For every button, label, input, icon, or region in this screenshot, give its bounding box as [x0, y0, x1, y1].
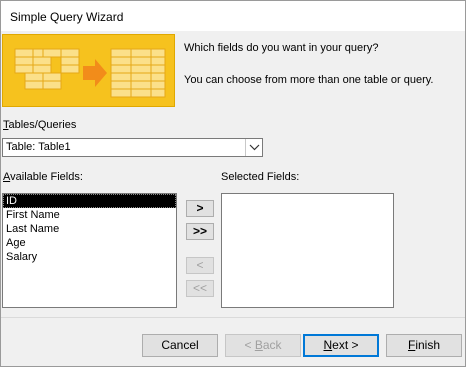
- available-fields-label: Available Fields:: [3, 171, 83, 183]
- list-item-age[interactable]: Age: [3, 236, 176, 250]
- tables-queries-value: Table: Table1: [6, 141, 71, 153]
- chevron-down-icon: [249, 144, 260, 151]
- remove-all-fields-button[interactable]: <<: [186, 280, 214, 297]
- add-all-fields-button[interactable]: >>: [186, 223, 214, 240]
- selected-fields-list[interactable]: [221, 193, 394, 308]
- tables-queries-combobox[interactable]: Table: Table1: [2, 138, 263, 157]
- back-button[interactable]: < Back: [225, 334, 301, 357]
- available-fields-list[interactable]: ID First Name Last Name Age Salary: [2, 193, 177, 308]
- remove-field-button[interactable]: <: [186, 257, 214, 274]
- window-title: Simple Query Wizard: [10, 10, 124, 24]
- add-field-button[interactable]: >: [186, 200, 214, 217]
- tables-queries-dropdown-button[interactable]: [245, 139, 262, 156]
- list-item-salary[interactable]: Salary: [3, 250, 176, 264]
- finish-button[interactable]: Finish: [386, 334, 462, 357]
- intro-hint: You can choose from more than one table …: [184, 74, 434, 86]
- query-wizard-dialog: Simple Query Wizard Which fields do you …: [0, 0, 466, 367]
- intro-question: Which fields do you want in your query?: [184, 42, 379, 54]
- list-item-first-name[interactable]: First Name: [3, 208, 176, 222]
- table-fields-illustration-icon: [14, 48, 166, 98]
- footer-divider: [1, 317, 465, 318]
- list-item-id[interactable]: ID: [3, 194, 176, 208]
- list-item-last-name[interactable]: Last Name: [3, 222, 176, 236]
- cancel-button[interactable]: Cancel: [142, 334, 218, 357]
- selected-fields-label: Selected Fields:: [221, 171, 300, 183]
- title-bar: Simple Query Wizard: [1, 1, 465, 31]
- wizard-banner-illustration: [2, 34, 175, 107]
- next-button[interactable]: Next >: [303, 334, 379, 357]
- tables-queries-label: Tables/Queries: [3, 119, 77, 131]
